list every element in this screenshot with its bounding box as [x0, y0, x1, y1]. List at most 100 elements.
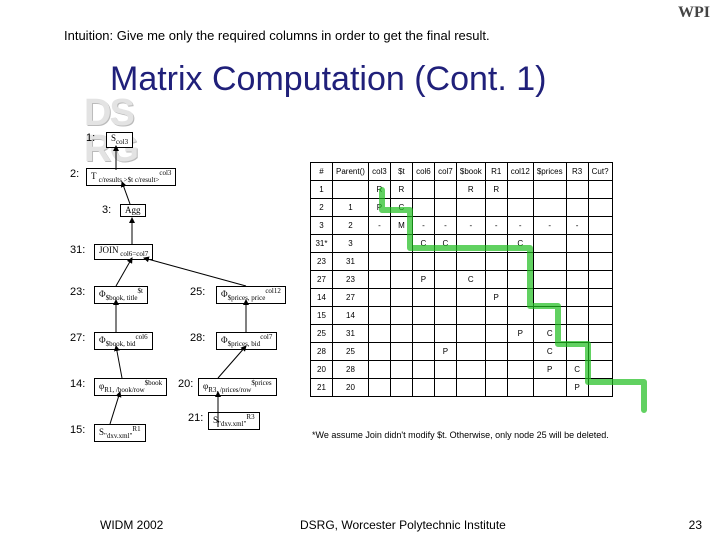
table-cell: [507, 181, 533, 199]
table-row: 2028PC: [311, 361, 613, 379]
table-cell: [456, 343, 485, 361]
table-header: R1: [485, 163, 507, 181]
table-cell: [412, 181, 434, 199]
table-cell: R: [485, 181, 507, 199]
table-cell: [588, 379, 612, 397]
table-cell: C: [507, 235, 533, 253]
table-cell: [412, 325, 434, 343]
table-cell: [588, 181, 612, 199]
table-cell: [485, 271, 507, 289]
table-cell: [485, 343, 507, 361]
table-cell: [566, 181, 588, 199]
table-row: 2531PC: [311, 325, 613, 343]
table-row: 2331: [311, 253, 613, 271]
table-cell: [588, 325, 612, 343]
table-cell: [507, 271, 533, 289]
tree-connectors: [70, 132, 340, 492]
table-cell: [566, 253, 588, 271]
table-cell: -: [412, 217, 434, 235]
slide-number: 23: [689, 518, 702, 532]
table-cell: [566, 235, 588, 253]
table-cell: [434, 253, 456, 271]
table-cell: [485, 307, 507, 325]
table-cell: [566, 325, 588, 343]
table-cell: [533, 307, 566, 325]
table-cell: [390, 253, 412, 271]
table-cell: C: [456, 271, 485, 289]
table-cell: C: [533, 343, 566, 361]
table-header: $book: [456, 163, 485, 181]
table-cell: [588, 289, 612, 307]
table-cell: [485, 325, 507, 343]
table-cell: C: [434, 235, 456, 253]
table-cell: [390, 289, 412, 307]
table-cell: [456, 307, 485, 325]
table-header: col6: [412, 163, 434, 181]
table-cell: [456, 361, 485, 379]
table-cell: [368, 361, 390, 379]
table-cell: [390, 361, 412, 379]
table-cell: [485, 379, 507, 397]
table-cell: [390, 271, 412, 289]
table-cell: C: [390, 199, 412, 217]
table-cell: [566, 199, 588, 217]
table-row: 31*3CCC: [311, 235, 613, 253]
table-cell: -: [507, 217, 533, 235]
table-cell: [533, 181, 566, 199]
table-cell: [588, 199, 612, 217]
table-header: $prices: [533, 163, 566, 181]
table-header: col12: [507, 163, 533, 181]
table-cell: [434, 307, 456, 325]
table-row: 21PC: [311, 199, 613, 217]
table-cell: [507, 199, 533, 217]
table-cell: [507, 379, 533, 397]
table-cell: [456, 325, 485, 343]
table-cell: [390, 343, 412, 361]
table-cell: [566, 307, 588, 325]
table-cell: P: [533, 361, 566, 379]
table-cell: C: [566, 361, 588, 379]
table-header: col3: [368, 163, 390, 181]
table-cell: M: [390, 217, 412, 235]
footer-conference: WIDM 2002: [100, 518, 163, 532]
table-row: 1427P: [311, 289, 613, 307]
table-cell: [588, 253, 612, 271]
table-cell: [412, 379, 434, 397]
table-cell: [485, 361, 507, 379]
table-cell: [485, 199, 507, 217]
table-cell: [368, 343, 390, 361]
table-header: Cut?: [588, 163, 612, 181]
table-cell: [456, 199, 485, 217]
table-cell: -: [533, 217, 566, 235]
table-cell: [434, 181, 456, 199]
table-cell: [390, 379, 412, 397]
table-cell: [533, 289, 566, 307]
table-cell: [434, 325, 456, 343]
table-cell: [533, 253, 566, 271]
table-cell: [390, 307, 412, 325]
table-cell: [507, 361, 533, 379]
table-cell: P: [507, 325, 533, 343]
table-cell: [533, 235, 566, 253]
table-cell: [412, 343, 434, 361]
table-cell: [434, 289, 456, 307]
table-cell: [456, 289, 485, 307]
table-cell: [507, 253, 533, 271]
table-footnote: *We assume Join didn't modify $t. Otherw…: [312, 430, 609, 440]
table-cell: [412, 361, 434, 379]
table-cell: [588, 307, 612, 325]
table-cell: P: [485, 289, 507, 307]
table-cell: [588, 271, 612, 289]
table-cell: [456, 253, 485, 271]
table-cell: [507, 289, 533, 307]
table-cell: [485, 253, 507, 271]
table-cell: [507, 343, 533, 361]
table-cell: -: [456, 217, 485, 235]
table-cell: C: [533, 325, 566, 343]
table-cell: R: [456, 181, 485, 199]
table-header: col7: [434, 163, 456, 181]
table-cell: [485, 235, 507, 253]
table-cell: [368, 325, 390, 343]
table-cell: [588, 217, 612, 235]
table-cell: [412, 253, 434, 271]
